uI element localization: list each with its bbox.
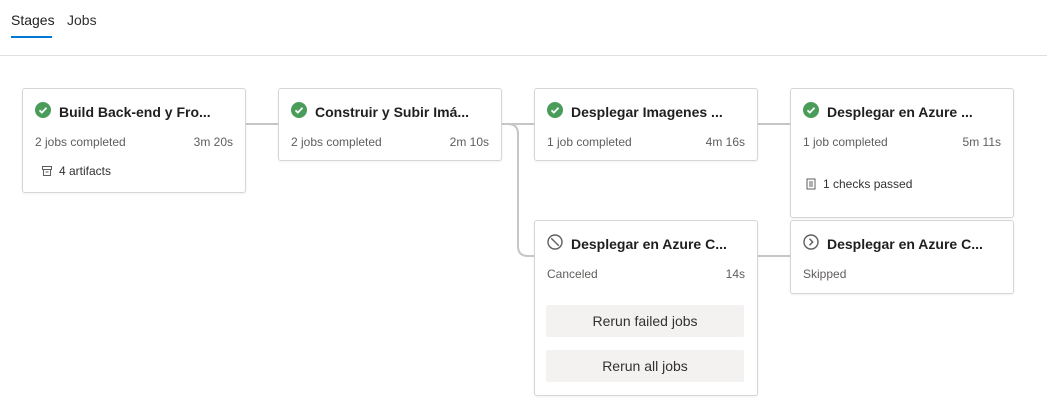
check-circle-icon — [547, 102, 563, 118]
stage-duration: 3m 20s — [193, 135, 233, 149]
checks-label: 1 checks passed — [823, 177, 913, 191]
check-circle-icon — [803, 102, 819, 118]
stage-title: Construir y Subir Imá... — [315, 104, 470, 120]
rerun-failed-jobs-button[interactable]: Rerun failed jobs — [546, 305, 744, 337]
stage-duration: 5m 11s — [962, 135, 1001, 149]
stage-status-text: Skipped — [803, 267, 847, 281]
checks-link[interactable]: 1 checks passed — [805, 177, 912, 191]
stage-title: Build Back-end y Fro... — [59, 104, 211, 120]
check-circle-icon — [35, 102, 51, 118]
stage-duration: 4m 16s — [705, 135, 745, 149]
stage-title: Desplegar en Azure C... — [827, 236, 983, 252]
artifacts-label: 4 artifacts — [59, 164, 112, 178]
stage-duration: 14s — [725, 267, 745, 281]
stage-title: Desplegar en Azure ... — [827, 104, 973, 120]
stage-title: Desplegar Imagenes ... — [571, 104, 723, 120]
connector-2-5 — [501, 123, 534, 257]
stage-card[interactable]: Desplegar Imagenes ... 1 job completed 4… — [534, 88, 758, 161]
checklist-icon — [806, 178, 816, 190]
artifact-icon — [42, 166, 52, 176]
stage-card[interactable]: Construir y Subir Imá... 2 jobs complete… — [278, 88, 502, 161]
stage-card[interactable]: Desplegar en Azure ... 1 job completed 5… — [790, 88, 1014, 218]
artifacts-link[interactable]: 4 artifacts — [41, 164, 111, 178]
skipped-icon — [803, 234, 819, 250]
stage-card[interactable]: Desplegar en Azure C... Skipped — [790, 220, 1014, 294]
rerun-all-jobs-button[interactable]: Rerun all jobs — [546, 350, 744, 382]
stage-card[interactable]: Desplegar en Azure C... Canceled 14s Rer… — [534, 220, 758, 396]
stage-card[interactable]: Build Back-end y Fro... 2 jobs completed… — [22, 88, 246, 193]
stage-duration: 2m 10s — [449, 135, 489, 149]
stage-status-text: 1 job completed — [547, 135, 632, 149]
check-circle-icon — [291, 102, 307, 118]
canceled-icon — [547, 234, 563, 250]
stage-status-text: 1 job completed — [803, 135, 888, 149]
stage-title: Desplegar en Azure C... — [571, 236, 727, 252]
stage-status-text: 2 jobs completed — [35, 135, 126, 149]
stage-status-text: Canceled — [547, 267, 598, 281]
stage-status-text: 2 jobs completed — [291, 135, 382, 149]
